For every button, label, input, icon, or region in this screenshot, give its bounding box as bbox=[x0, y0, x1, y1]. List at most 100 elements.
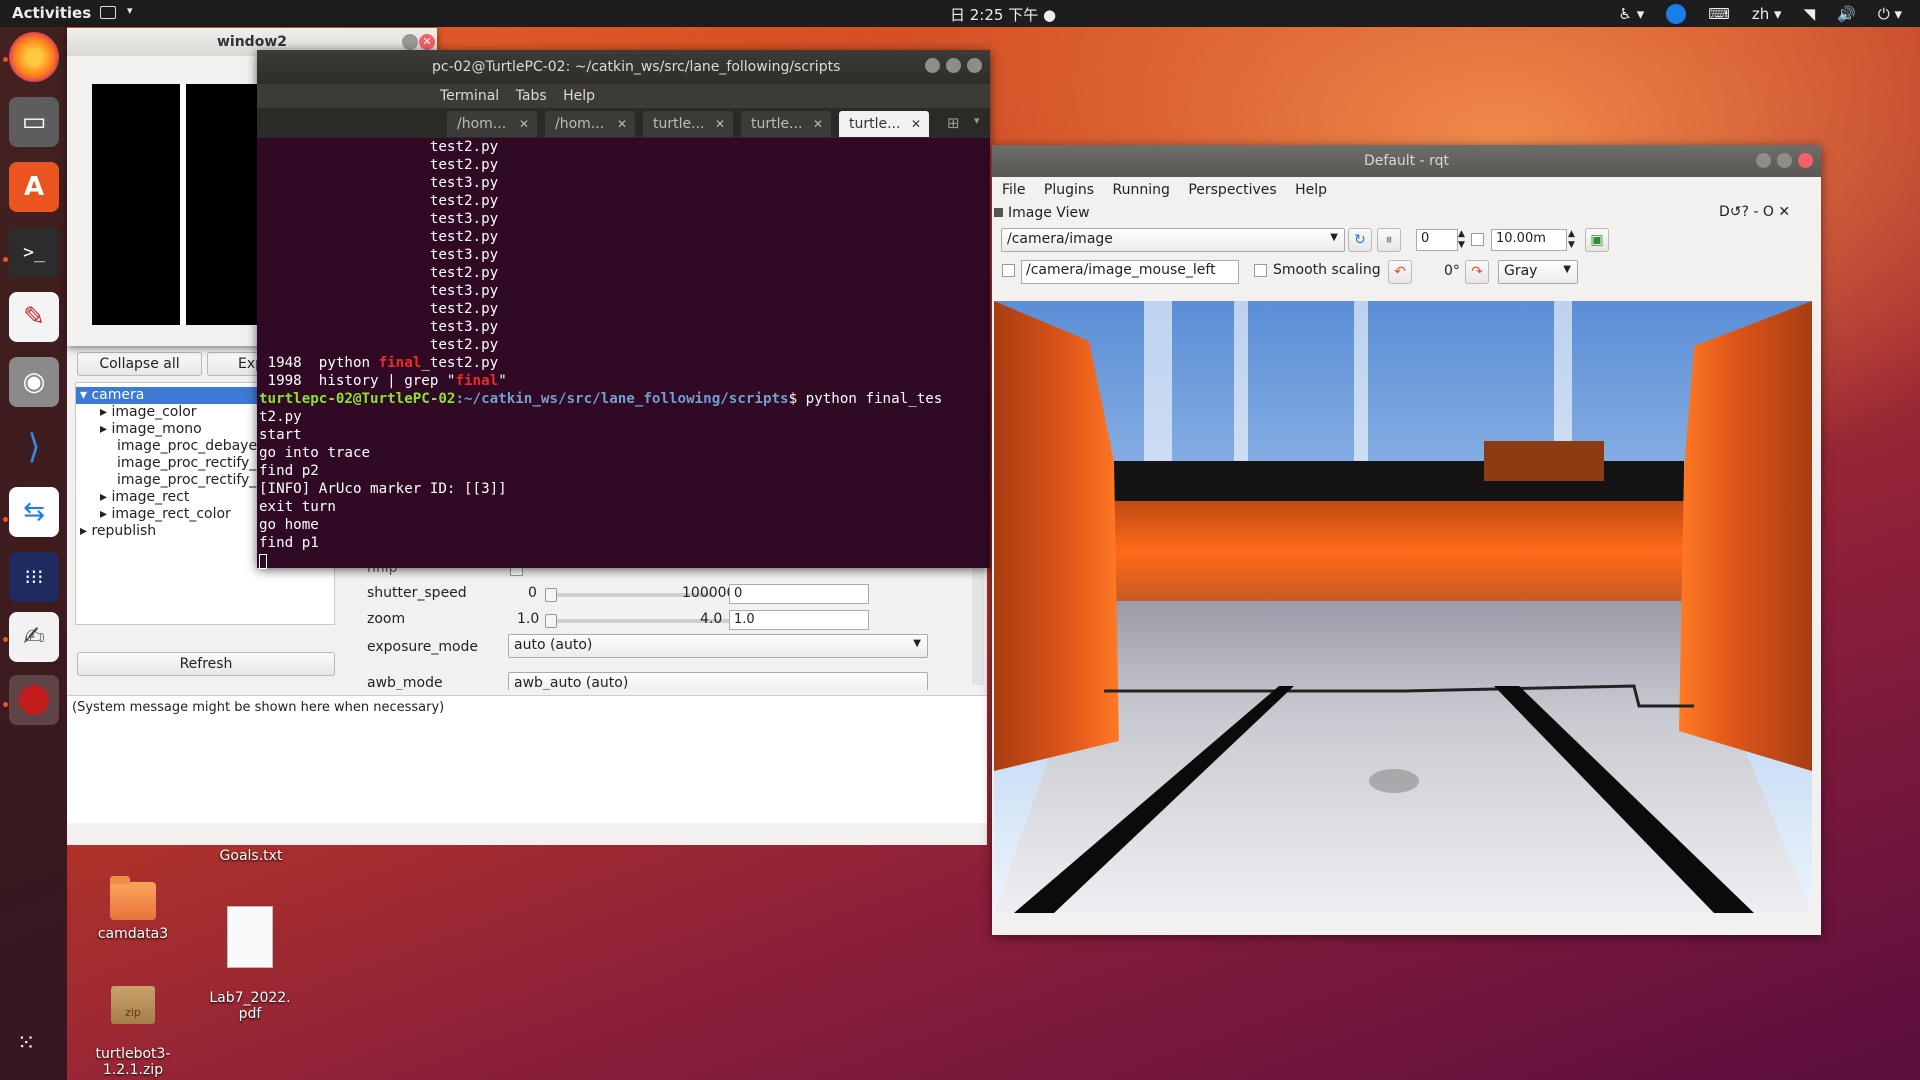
volume-icon[interactable]: 🔊 bbox=[1837, 5, 1856, 23]
slider-handle[interactable] bbox=[545, 614, 557, 628]
terminal-icon[interactable]: >_ bbox=[9, 227, 59, 277]
param-label: zoom bbox=[367, 611, 406, 627]
param-min: 0 bbox=[528, 585, 537, 601]
terminal-tab[interactable]: /hom... ✕ bbox=[545, 111, 635, 137]
menu-file[interactable]: File bbox=[1002, 182, 1025, 198]
tab-label: /hom... bbox=[457, 116, 507, 132]
exposure-mode-select[interactable]: auto (auto) ▼ bbox=[508, 634, 928, 658]
param-row: zoom 1.0 4.0 1.0 bbox=[352, 608, 952, 630]
accessibility-icon[interactable]: ♿ ▾ bbox=[1619, 5, 1645, 23]
param-row: shutter_speed 0 100000 0 bbox=[352, 582, 952, 604]
minimize-button[interactable] bbox=[925, 58, 940, 73]
terminal-tab[interactable]: turtle... ✕ bbox=[643, 111, 733, 137]
menu-help[interactable]: Help bbox=[1295, 182, 1327, 198]
collapse-all-button[interactable]: Collapse all bbox=[77, 352, 202, 376]
history-line: test3.py bbox=[429, 319, 499, 335]
topic-select[interactable]: /camera/image ▼ bbox=[1001, 228, 1345, 252]
spinbox-input[interactable]: 0 bbox=[1416, 229, 1458, 251]
history-line: test2.py bbox=[429, 139, 499, 155]
pause-button[interactable]: ⏸ bbox=[1377, 228, 1401, 252]
clock[interactable]: 日 2:25 下午 ● bbox=[950, 4, 1056, 25]
document-viewer-icon[interactable]: ✎ bbox=[9, 292, 59, 342]
terminal-tab[interactable]: turtle... ✕ bbox=[741, 111, 831, 137]
spinbox-arrows-icon[interactable]: ▲ ▼ bbox=[1458, 229, 1465, 251]
menu-tabs[interactable]: Tabs bbox=[516, 88, 547, 104]
files-icon[interactable]: ▭ bbox=[9, 97, 59, 147]
history-line: " bbox=[498, 373, 507, 389]
param-row: exposure_mode auto (auto) ▼ bbox=[352, 634, 952, 662]
camdata-folder[interactable]: camdata3 bbox=[78, 876, 188, 942]
close-icon[interactable]: ✕ bbox=[617, 111, 627, 137]
spinbox-arrows-icon[interactable]: ▲ ▼ bbox=[1568, 229, 1575, 251]
terminal-tab[interactable]: /hom... ✕ bbox=[447, 111, 537, 137]
max-range-input[interactable]: 10.00m bbox=[1491, 229, 1567, 251]
save-image-button[interactable]: ▣ bbox=[1585, 228, 1609, 252]
activities-button[interactable]: Activities bbox=[12, 4, 91, 22]
menu-perspectives[interactable]: Perspectives bbox=[1188, 182, 1276, 198]
maximize-button[interactable] bbox=[946, 58, 961, 73]
menu-help[interactable]: Help bbox=[563, 88, 595, 104]
app-grid-icon[interactable]: ⁝⁝⁝ bbox=[9, 552, 59, 602]
show-applications-icon[interactable]: ⁙ bbox=[17, 1031, 35, 1056]
close-button[interactable]: ✕ bbox=[419, 34, 435, 50]
tree-label: image_proc_debayer bbox=[117, 438, 263, 454]
menu-plugins[interactable]: Plugins bbox=[1044, 182, 1094, 198]
menu-running[interactable]: Running bbox=[1113, 182, 1170, 198]
power-icon[interactable]: ⏻ ▾ bbox=[1878, 5, 1902, 23]
plugin-controls[interactable]: D↺? - O ✕ bbox=[1719, 204, 1790, 220]
keyboard-icon[interactable]: ⌨ bbox=[1708, 5, 1730, 23]
chevron-down-icon[interactable]: ▾ bbox=[127, 4, 133, 17]
output-line: exit turn bbox=[259, 499, 336, 515]
wifi-icon[interactable]: ◥ bbox=[1804, 5, 1816, 23]
zoom-input[interactable]: 1.0 bbox=[729, 610, 869, 630]
dock: ▭ A >_ ✎ ◉ ⟩ ⇆ ⁝⁝⁝ ✍ ⁙ bbox=[0, 27, 67, 1080]
refresh-topics-button[interactable]: ↻ bbox=[1348, 228, 1372, 252]
language-indicator[interactable]: zh ▾ bbox=[1752, 5, 1782, 23]
app-indicator-icon[interactable] bbox=[100, 6, 116, 19]
mouse-topic-input[interactable]: /camera/image_mouse_left bbox=[1021, 260, 1239, 284]
chevron-down-icon: ▼ bbox=[1330, 232, 1338, 243]
rotate-left-button[interactable]: ↶ bbox=[1388, 260, 1412, 284]
close-icon[interactable]: ✕ bbox=[519, 111, 529, 137]
close-button[interactable] bbox=[967, 58, 982, 73]
awb-mode-select[interactable]: awb_auto (auto) bbox=[508, 672, 928, 690]
tabs-menu-icon[interactable]: ▾ bbox=[974, 114, 980, 127]
camera-image[interactable] bbox=[994, 301, 1812, 913]
teamviewer-icon[interactable] bbox=[1666, 3, 1687, 24]
minimize-button[interactable] bbox=[1756, 153, 1771, 168]
close-icon[interactable]: ✕ bbox=[911, 111, 921, 137]
terminal-output[interactable]: test2.py test2.py test3.py test2.py test… bbox=[259, 138, 989, 570]
new-tab-icon[interactable]: ⊞ bbox=[947, 114, 960, 132]
running-indicator bbox=[3, 702, 8, 707]
output-line: start bbox=[259, 427, 302, 443]
close-icon[interactable]: ✕ bbox=[715, 111, 725, 137]
select-value: /camera/image bbox=[1007, 231, 1113, 247]
menu-terminal[interactable]: Terminal bbox=[440, 88, 499, 104]
goals-file[interactable]: Goals.txt bbox=[196, 848, 306, 864]
text-editor-icon[interactable]: ✍ bbox=[9, 612, 59, 662]
vscode-icon[interactable]: ⟩ bbox=[9, 422, 59, 472]
colormap-select[interactable]: Gray ▼ bbox=[1498, 260, 1578, 284]
camera-icon[interactable]: ◉ bbox=[9, 357, 59, 407]
slider-handle[interactable] bbox=[545, 588, 557, 602]
firefox-icon[interactable] bbox=[9, 32, 59, 82]
dynamic-range-checkbox[interactable] bbox=[1471, 233, 1484, 246]
refresh-button[interactable]: Refresh bbox=[77, 652, 335, 676]
rqt-icon[interactable] bbox=[9, 675, 59, 725]
drag-handle-icon[interactable] bbox=[994, 208, 1003, 217]
software-center-icon[interactable]: A bbox=[9, 162, 59, 212]
terminal-window: pc-02@TurtlePC-02: ~/catkin_ws/src/lane_… bbox=[257, 50, 990, 570]
shutter-input[interactable]: 0 bbox=[729, 584, 869, 604]
app-icon[interactable]: ⇆ bbox=[9, 487, 59, 537]
turtlebot-zip-file[interactable]: zip turtlebot3- 1.2.1.zip bbox=[78, 970, 188, 1078]
system-message: (System message might be shown here when… bbox=[72, 700, 445, 715]
maximize-button[interactable] bbox=[1777, 153, 1792, 168]
lab7-pdf-file[interactable]: Lab7_2022. pdf bbox=[195, 890, 305, 1022]
publish-click-checkbox[interactable] bbox=[1002, 264, 1015, 277]
terminal-tab-active[interactable]: turtle... ✕ bbox=[839, 111, 929, 137]
smooth-scaling-checkbox[interactable] bbox=[1254, 264, 1267, 277]
close-button[interactable] bbox=[1798, 153, 1813, 168]
close-icon[interactable]: ✕ bbox=[813, 111, 823, 137]
rotate-right-button[interactable]: ↷ bbox=[1465, 260, 1489, 284]
minimize-button[interactable] bbox=[402, 34, 418, 50]
